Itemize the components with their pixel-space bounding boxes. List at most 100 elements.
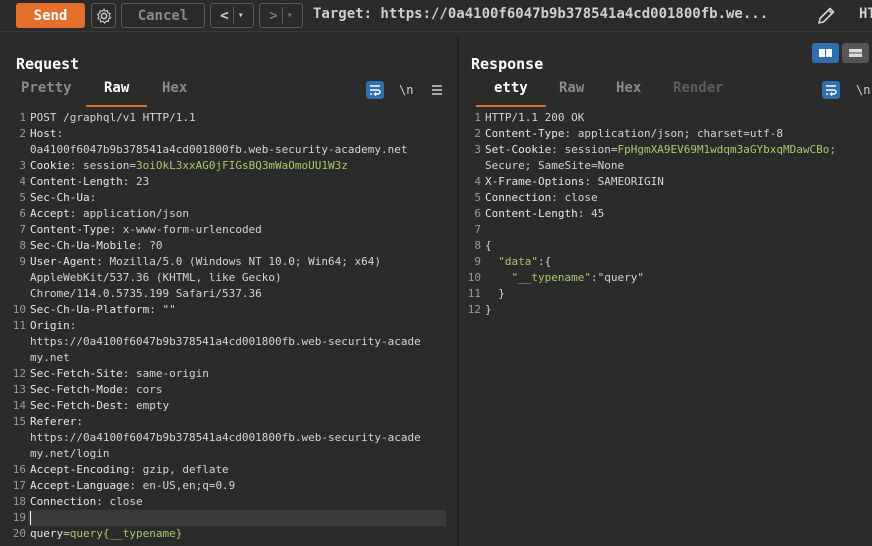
tab-raw[interactable]: Raw bbox=[559, 80, 584, 104]
layout-stacked-button[interactable] bbox=[842, 43, 869, 63]
cancel-button[interactable]: Cancel bbox=[121, 3, 205, 28]
layout-toggle bbox=[812, 43, 872, 65]
newline-toggle-icon[interactable]: \n bbox=[856, 81, 872, 99]
header-colon: : bbox=[96, 255, 103, 268]
header-value: x-www-form-urlencoded bbox=[116, 223, 262, 236]
header-value: ?0 bbox=[142, 239, 163, 252]
response-tabs: etty Raw Hex Render bbox=[461, 80, 872, 107]
gear-icon bbox=[96, 7, 111, 24]
tab-raw[interactable]: Raw bbox=[85, 80, 148, 107]
header-name: Accept bbox=[30, 207, 70, 220]
line-text: my.net/login bbox=[30, 447, 110, 460]
code-line: Connection: close bbox=[30, 494, 143, 510]
newline-toggle-icon[interactable]: \n bbox=[399, 81, 417, 99]
forward-dropdown-icon[interactable]: ▾ bbox=[287, 10, 293, 21]
header-colon: : bbox=[129, 463, 136, 476]
wrap-lines-icon[interactable] bbox=[366, 81, 384, 99]
header-value: Mozilla/5.0 (Windows NT 10.0; Win64; x64… bbox=[102, 255, 382, 268]
header-name: Content-Length bbox=[30, 175, 123, 188]
code-line: https://0a4100f6047b9b378541a4cd001800fb… bbox=[30, 334, 421, 350]
json-key: "__typename" bbox=[511, 271, 591, 284]
pencil-icon[interactable] bbox=[815, 5, 837, 27]
header-value: "" bbox=[155, 303, 176, 316]
header-name: Referer bbox=[30, 415, 77, 428]
code-line: my.net bbox=[30, 350, 70, 366]
current-line-highlight bbox=[28, 510, 446, 526]
menu-icon[interactable] bbox=[428, 81, 446, 99]
response-panel: Response etty Raw Hex Render \n 1 HTTP/1.… bbox=[461, 38, 872, 546]
header-value: close bbox=[102, 495, 143, 508]
line-number: 5 bbox=[474, 191, 481, 204]
toolbar: Send Cancel < ▾ > ▾ Target: https://0a41… bbox=[0, 0, 872, 32]
line-number: 4 bbox=[474, 175, 481, 188]
line-number: 15 bbox=[12, 415, 26, 428]
header-colon: : bbox=[551, 143, 565, 156]
line-number: 7 bbox=[19, 223, 26, 236]
header-colon: : bbox=[129, 479, 136, 492]
response-editor[interactable]: 1 HTTP/1.1 200 OK 2 Content-Type: applicati… bbox=[461, 106, 872, 546]
target-url[interactable]: Target: https://0a4100f6047b9b378541a4cd… bbox=[313, 6, 768, 22]
response-title: Response bbox=[471, 55, 544, 73]
header-name: Content-Type bbox=[485, 127, 565, 140]
line-text: HTTP/1.1 200 OK bbox=[485, 111, 585, 124]
settings-button[interactable] bbox=[91, 3, 116, 28]
code-line: POST /graphql/v1 HTTP/1.1 bbox=[30, 110, 196, 126]
tab-hex[interactable]: Hex bbox=[162, 80, 187, 104]
header-colon: : bbox=[584, 175, 591, 188]
cookie-name: session bbox=[564, 143, 611, 156]
tab-render[interactable]: Render bbox=[673, 80, 724, 104]
header-value: close bbox=[557, 191, 598, 204]
back-dropdown-icon[interactable]: ▾ bbox=[238, 10, 244, 21]
wrap-lines-icon[interactable] bbox=[822, 81, 840, 99]
header-name: Sec-Fetch-Dest bbox=[30, 399, 123, 412]
http-version-label[interactable]: HT bbox=[859, 6, 872, 22]
header-name: Connection bbox=[30, 495, 97, 508]
header-colon: : bbox=[135, 239, 143, 252]
code-line: "__typename":"query" bbox=[485, 270, 644, 286]
code-line: Origin: bbox=[30, 318, 76, 334]
forward-button[interactable]: > ▾ bbox=[259, 3, 303, 28]
header-name: Content-Length bbox=[485, 207, 578, 220]
code-line: Content-Type: x-www-form-urlencoded bbox=[30, 222, 262, 238]
line-number: 1 bbox=[19, 111, 26, 124]
line-number: 12 bbox=[467, 303, 481, 316]
line-number: 9 bbox=[474, 255, 481, 268]
header-name: Sec-Ch-Ua-Platform bbox=[30, 303, 150, 316]
code-line: Content-Type: application/json; charset=… bbox=[485, 126, 783, 142]
line-number: 7 bbox=[474, 223, 481, 236]
code-line: AppleWebKit/537.36 (KHTML, like Gecko) bbox=[30, 270, 282, 286]
code-line: https://0a4100f6047b9b378541a4cd001800fb… bbox=[30, 430, 421, 446]
header-colon: : bbox=[551, 191, 558, 204]
header-name: User-Agent bbox=[30, 255, 97, 268]
code-line: "data":{ bbox=[485, 254, 551, 270]
line-number: 20 bbox=[12, 527, 26, 540]
line-number: 11 bbox=[12, 319, 26, 332]
line-text: { bbox=[485, 239, 492, 252]
header-name: Accept-Encoding bbox=[30, 463, 130, 476]
request-editor[interactable]: 1 POST /graphql/v1 HTTP/1.1 2 Host: 0a4100f6… bbox=[6, 106, 456, 546]
layout-side-by-side-button[interactable] bbox=[812, 43, 839, 63]
code-line: Chrome/114.0.5735.199 Safari/537.36 bbox=[30, 286, 262, 302]
cookie-name: session bbox=[83, 159, 130, 172]
line-number: 10 bbox=[12, 303, 26, 316]
tab-hex[interactable]: Hex bbox=[616, 80, 641, 104]
line-text: Chrome/114.0.5735.199 Safari/537.36 bbox=[30, 287, 262, 300]
line-number: 2 bbox=[19, 127, 26, 140]
code-line: Host: bbox=[30, 126, 63, 142]
request-title: Request bbox=[16, 55, 80, 73]
split-divider bbox=[232, 7, 234, 24]
split-divider bbox=[281, 7, 283, 24]
line-number: 12 bbox=[12, 367, 26, 380]
code-line: Accept-Language: en-US,en;q=0.9 bbox=[30, 478, 235, 494]
tab-pretty[interactable]: etty bbox=[476, 80, 546, 107]
line-text: https://0a4100f6047b9b378541a4cd001800fb… bbox=[30, 335, 421, 348]
back-button[interactable]: < ▾ bbox=[210, 3, 254, 28]
panel-divider[interactable] bbox=[457, 38, 459, 546]
json-key: "data" bbox=[498, 255, 538, 268]
param-equals: = bbox=[63, 527, 70, 540]
tab-pretty[interactable]: Pretty bbox=[21, 80, 72, 104]
send-button[interactable]: Send bbox=[16, 3, 85, 28]
line-number: 8 bbox=[19, 239, 26, 252]
line-number: 11 bbox=[467, 287, 481, 300]
line-number: 16 bbox=[12, 463, 26, 476]
